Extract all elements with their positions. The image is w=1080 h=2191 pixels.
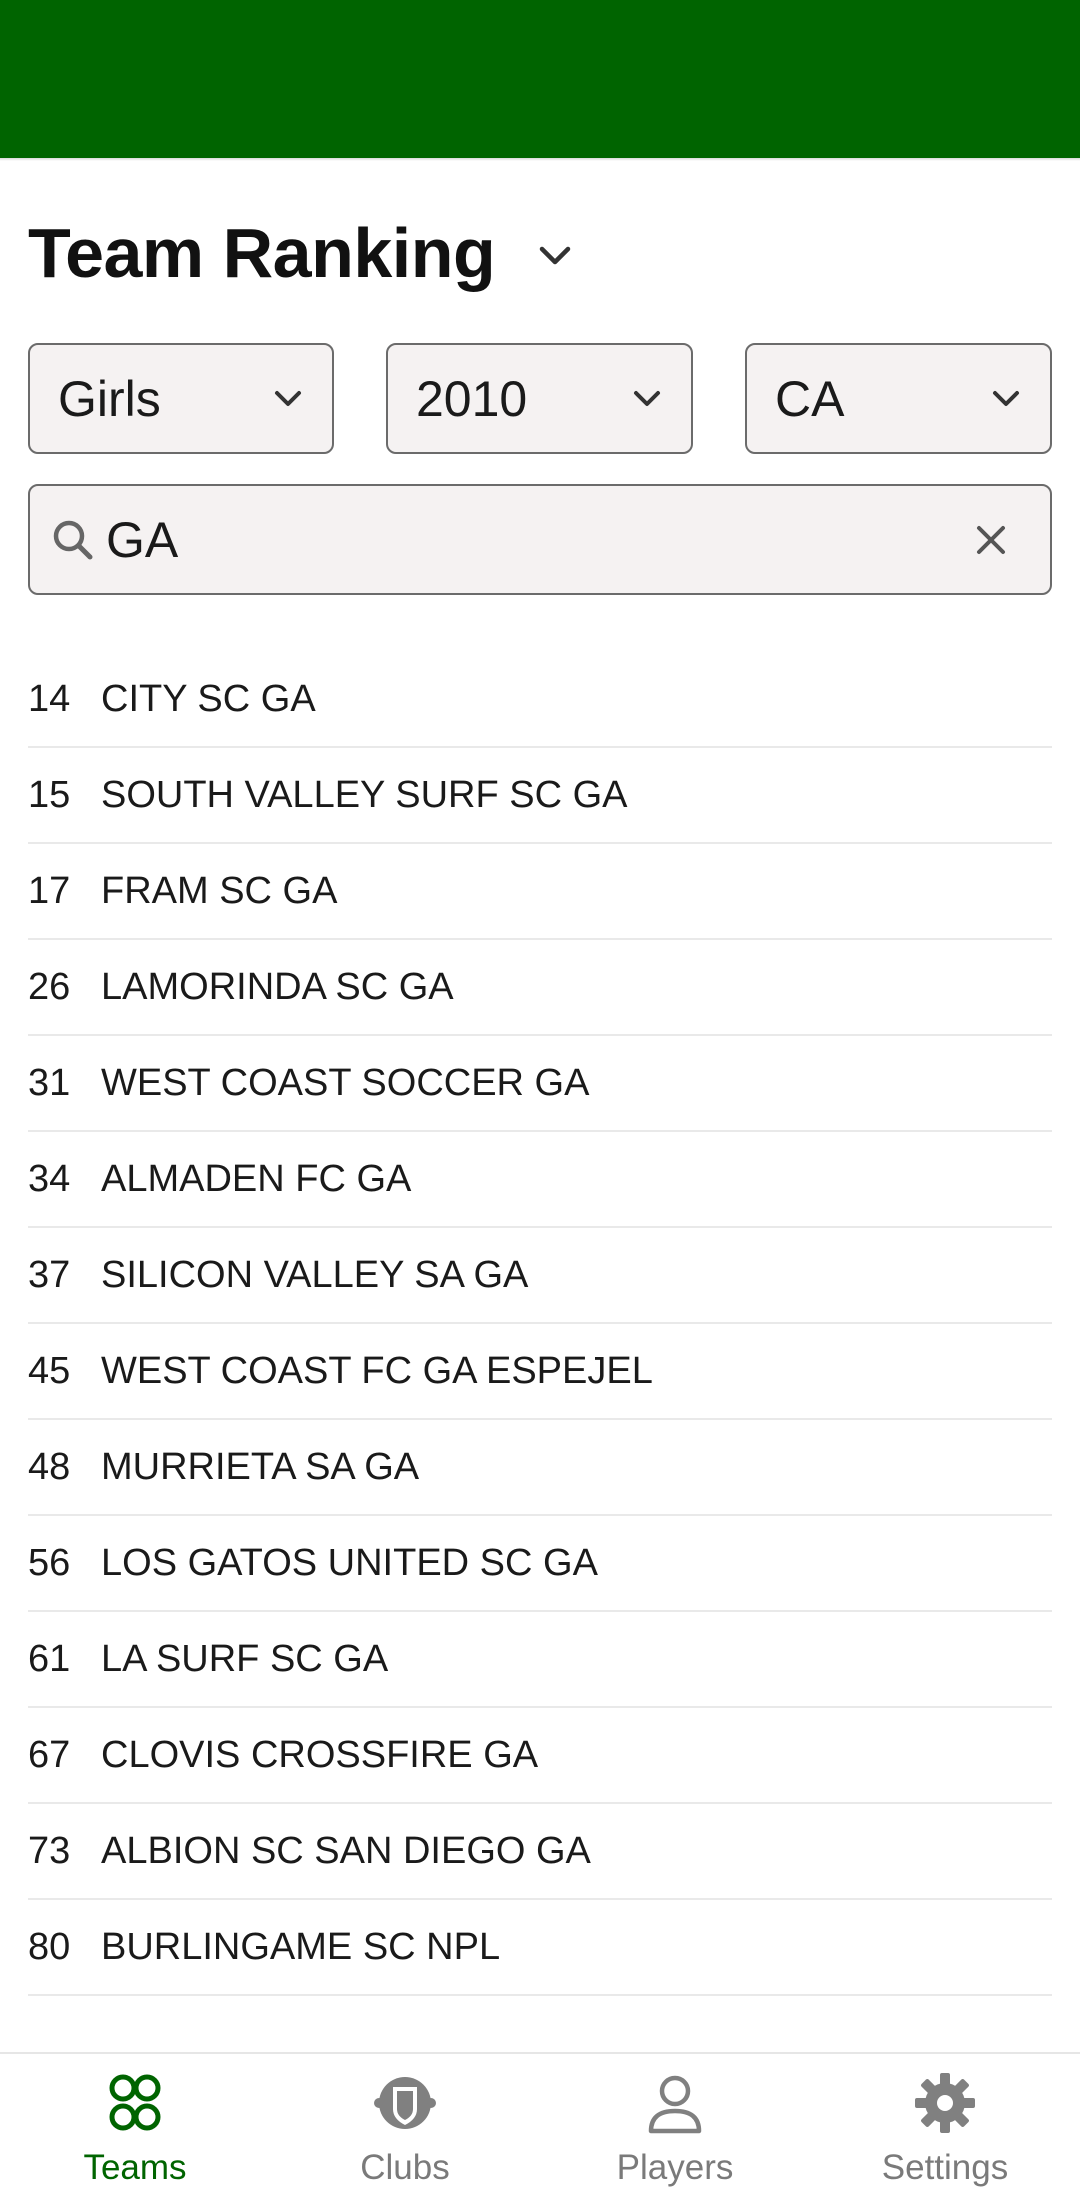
rank-number: 26 (28, 965, 71, 1008)
app-bar-divider (0, 158, 1080, 161)
gear-icon (910, 2068, 980, 2138)
list-item[interactable]: 34 ALMADEN FC GA (28, 1132, 1052, 1228)
list-item[interactable]: 80 BURLINGAME SC NPL (28, 1900, 1052, 1996)
list-item[interactable]: 17 FRAM SC GA (28, 844, 1052, 940)
app-bar (0, 0, 1080, 158)
team-name: CITY SC GA (101, 677, 316, 720)
gender-filter[interactable]: Girls (28, 343, 334, 454)
team-name: BURLINGAME SC NPL (101, 1925, 501, 1968)
nav-teams[interactable]: Teams (0, 2054, 270, 2191)
chevron-down-icon[interactable] (535, 236, 575, 276)
chevron-down-icon (627, 379, 667, 419)
team-name: CLOVIS CROSSFIRE GA (101, 1733, 539, 1776)
rank-number: 14 (28, 677, 71, 720)
list-item[interactable]: 31 WEST COAST SOCCER GA (28, 1036, 1052, 1132)
chevron-down-icon (986, 379, 1026, 419)
team-ranking-list: 14 CITY SC GA 15 SOUTH VALLEY SURF SC GA 1… (28, 652, 1052, 1996)
nav-players[interactable]: Players (540, 2054, 810, 2191)
team-name: LAMORINDA SC GA (101, 965, 454, 1008)
list-item[interactable]: 14 CITY SC GA (28, 652, 1052, 748)
rank-number: 37 (28, 1253, 71, 1296)
teams-icon (100, 2068, 170, 2138)
clubs-icon (370, 2068, 440, 2138)
team-name: WEST COAST SOCCER GA (101, 1061, 590, 1104)
rank-number: 45 (28, 1349, 71, 1392)
rank-number: 48 (28, 1445, 71, 1488)
search-input[interactable] (106, 510, 968, 569)
list-item[interactable]: 67 CLOVIS CROSSFIRE GA (28, 1708, 1052, 1804)
rank-number: 15 (28, 773, 71, 816)
team-name: ALBION SC SAN DIEGO GA (101, 1829, 591, 1872)
rank-number: 67 (28, 1733, 71, 1776)
list-item[interactable]: 73 ALBION SC SAN DIEGO GA (28, 1804, 1052, 1900)
chevron-down-icon (268, 379, 308, 419)
list-item[interactable]: 37 SILICON VALLEY SA GA (28, 1228, 1052, 1324)
team-name: SILICON VALLEY SA GA (101, 1253, 529, 1296)
rank-number: 56 (28, 1541, 71, 1584)
team-name: LA SURF SC GA (101, 1637, 389, 1680)
team-name: MURRIETA SA GA (101, 1445, 420, 1488)
nav-clubs[interactable]: Clubs (270, 2054, 540, 2191)
nav-teams-label: Teams (83, 2148, 187, 2187)
nav-settings-label: Settings (881, 2148, 1009, 2187)
rank-number: 31 (28, 1061, 71, 1104)
player-icon (640, 2068, 710, 2138)
team-name: ALMADEN FC GA (101, 1157, 412, 1200)
search-box[interactable] (28, 484, 1052, 595)
nav-players-label: Players (616, 2148, 734, 2187)
birth-year-filter[interactable]: 2010 (386, 343, 693, 454)
list-item[interactable]: 15 SOUTH VALLEY SURF SC GA (28, 748, 1052, 844)
rank-number: 80 (28, 1925, 71, 1968)
page-title: Team Ranking (28, 214, 496, 292)
state-filter[interactable]: CA (745, 343, 1052, 454)
list-item[interactable]: 61 LA SURF SC GA (28, 1612, 1052, 1708)
search-icon (50, 517, 96, 563)
team-name: SOUTH VALLEY SURF SC GA (101, 773, 628, 816)
rank-number: 73 (28, 1829, 71, 1872)
birth-year-filter-label: 2010 (416, 370, 528, 427)
title-dropdown[interactable]: Team Ranking (28, 210, 575, 296)
bottom-navigation: Teams Clubs Players Settings (0, 2052, 1080, 2191)
team-name: FRAM SC GA (101, 869, 338, 912)
rank-number: 34 (28, 1157, 71, 1200)
list-item[interactable]: 45 WEST COAST FC GA ESPEJEL (28, 1324, 1052, 1420)
state-filter-label: CA (775, 370, 845, 427)
list-item[interactable]: 48 MURRIETA SA GA (28, 1420, 1052, 1516)
nav-settings[interactable]: Settings (810, 2054, 1080, 2191)
list-item[interactable]: 56 LOS GATOS UNITED SC GA (28, 1516, 1052, 1612)
rank-number: 17 (28, 869, 71, 912)
close-icon[interactable] (968, 517, 1014, 563)
nav-clubs-label: Clubs (360, 2148, 450, 2187)
rank-number: 61 (28, 1637, 71, 1680)
team-name: WEST COAST FC GA ESPEJEL (101, 1349, 653, 1392)
gender-filter-label: Girls (58, 370, 161, 427)
team-name: LOS GATOS UNITED SC GA (101, 1541, 598, 1584)
list-item[interactable]: 26 LAMORINDA SC GA (28, 940, 1052, 1036)
